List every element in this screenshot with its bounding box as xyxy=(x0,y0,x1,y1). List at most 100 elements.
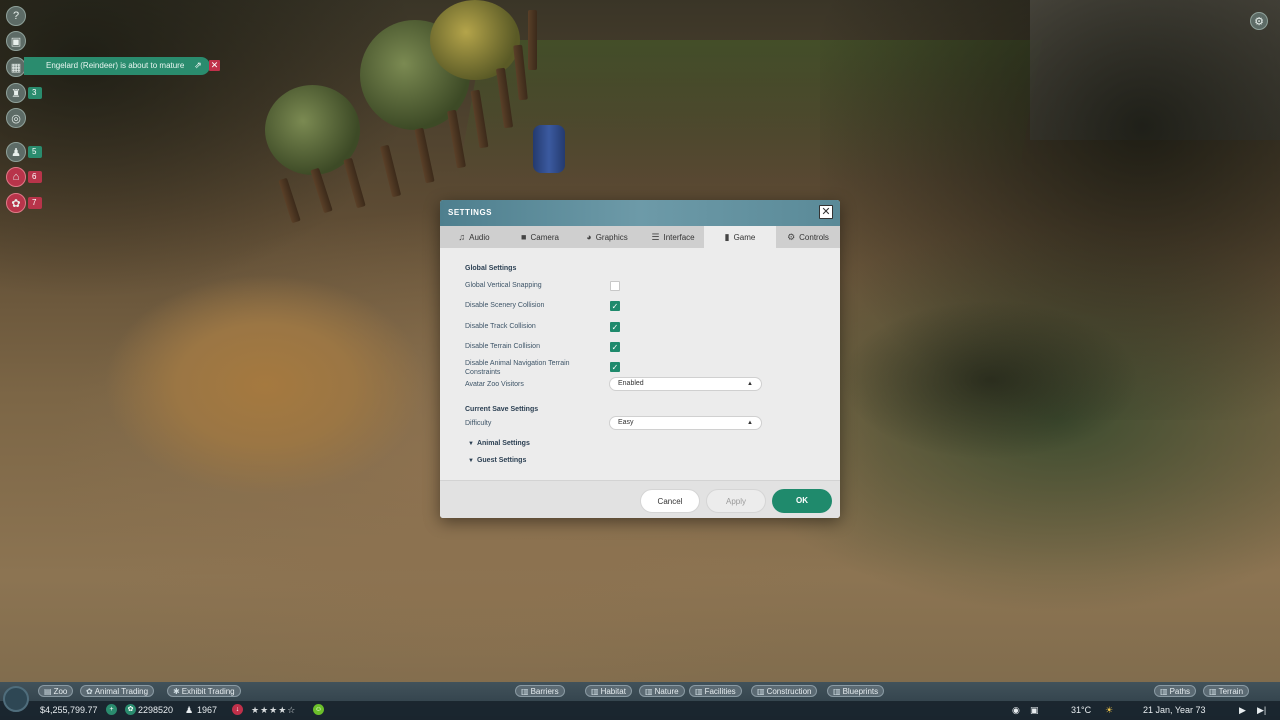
bottom-tab-barriers[interactable]: ▥ Barriers xyxy=(515,685,565,697)
bottom-tab-facilities[interactable]: ▥ Facilities xyxy=(689,685,742,697)
caret-down-icon: ▼ xyxy=(468,441,474,447)
money-readout: $4,255,799.77 xyxy=(40,705,98,715)
global-vertical-snapping-checkbox[interactable] xyxy=(610,281,620,291)
bottom-tab-paths[interactable]: ▥ Paths xyxy=(1154,685,1197,697)
bottom-tab-exhibit-trading[interactable]: ✱ Exhibit Trading xyxy=(167,685,241,697)
fence-post xyxy=(528,10,537,70)
close-button[interactable]: ✕ xyxy=(819,205,833,219)
setting-label: Disable Animal Navigation Terrain Constr… xyxy=(465,360,570,376)
bar-chart-icon: ▮ xyxy=(724,231,730,242)
fence-post xyxy=(447,109,466,169)
calendar-icon[interactable]: ▦ xyxy=(6,57,26,77)
conservation-readout: 2298520 xyxy=(138,705,174,715)
bottom-tab-blueprints[interactable]: ▥ Blueprints xyxy=(827,685,885,697)
dialog-title: SETTINGS xyxy=(448,208,493,217)
caret-up-icon: ▲ xyxy=(747,420,753,426)
trophy-icon[interactable]: ♜ xyxy=(6,83,26,103)
tree-shadow xyxy=(0,0,420,300)
gear-icon[interactable]: ⚙ xyxy=(1250,12,1268,30)
nature-icon: ▥ xyxy=(645,687,653,696)
bottom-tab-label: Nature xyxy=(654,687,679,696)
apply-button[interactable]: Apply xyxy=(706,489,766,513)
tab-controls[interactable]: ⚙ Controls xyxy=(776,226,840,248)
tab-label: Controls xyxy=(799,232,829,242)
play-icon[interactable]: ▶ xyxy=(1239,704,1246,716)
camera-icon: ■ xyxy=(521,232,527,242)
help-icon[interactable]: ? xyxy=(6,6,26,26)
blueprint-icon: ▥ xyxy=(833,687,841,696)
tab-graphics[interactable]: ◕ Graphics xyxy=(572,226,642,248)
camera-mode-icon[interactable]: ▣ xyxy=(1030,704,1039,716)
disable-animal-navigation-checkbox[interactable]: ✓ xyxy=(610,362,620,372)
count-badge: 7 xyxy=(28,197,42,209)
guest-settings-toggle[interactable]: ▼ Guest Settings xyxy=(468,457,526,464)
tab-camera[interactable]: ■ Camera xyxy=(508,226,572,248)
tab-label: Game xyxy=(733,232,756,242)
bottom-tab-label: Blueprints xyxy=(842,687,879,696)
disable-track-collision-checkbox[interactable]: ✓ xyxy=(610,322,620,332)
music-note-icon: ♫ xyxy=(458,232,466,242)
temperature-readout: 31°C xyxy=(1071,705,1092,715)
setting-label: Disable Track Collision xyxy=(465,323,536,330)
animal-alert-icon[interactable]: ✿ xyxy=(6,193,26,213)
collapse-label: Animal Settings xyxy=(476,440,530,447)
settings-body: Global Settings Global Vertical Snapping… xyxy=(440,248,840,480)
tab-interface[interactable]: ☰ Interface xyxy=(642,226,704,248)
bottom-tab-animal-trading[interactable]: ✿ Animal Trading xyxy=(80,685,155,697)
tab-game[interactable]: ▮ Game xyxy=(704,226,776,248)
cancel-button[interactable]: Cancel xyxy=(640,489,700,513)
exhibit-icon: ✱ xyxy=(173,687,180,696)
bottom-tab-label: Barriers xyxy=(530,687,559,696)
tab-label: Graphics xyxy=(595,232,628,242)
external-link-icon[interactable]: ⇗ xyxy=(192,59,204,71)
animal-settings-toggle[interactable]: ▼ Animal Settings xyxy=(468,440,530,447)
menu-orb-button[interactable] xyxy=(3,686,29,712)
notification-banner[interactable]: Engelard (Reindeer) is about to mature xyxy=(24,57,210,75)
bottom-tab-label: Animal Trading xyxy=(94,687,149,696)
count-badge: 6 xyxy=(28,171,42,183)
bottom-tab-label: Habitat xyxy=(600,687,626,696)
bottom-tab-construction[interactable]: ▥ Construction xyxy=(751,685,818,697)
palette-icon: ◕ xyxy=(586,232,592,242)
construction-icon: ▥ xyxy=(757,687,765,696)
dropdown-value: Easy xyxy=(618,419,634,426)
settings-tabs: ♫ Audio ■ Camera ◕ Graphics ☰ Interface ▮ Game ⚙ Co… xyxy=(440,226,840,248)
facility-alert-icon[interactable]: ⌂ xyxy=(6,167,26,187)
bottom-tab-label: Zoo xyxy=(53,687,68,696)
guests-readout: 1967 xyxy=(197,705,218,715)
staff-icon[interactable]: ♟ xyxy=(6,142,26,162)
tree-shadow xyxy=(840,300,1140,460)
bottom-tab-nature[interactable]: ▥ Nature xyxy=(639,685,685,697)
gear-disabled-icon[interactable]: ◎ xyxy=(6,108,26,128)
facility-icon: ▥ xyxy=(695,687,703,696)
count-badge: 5 xyxy=(28,146,42,158)
bottom-tab-habitat[interactable]: ▥ Habitat xyxy=(585,685,632,697)
conservation-icon: ✿ xyxy=(125,704,136,715)
fast-forward-icon[interactable]: ▶| xyxy=(1257,704,1266,716)
avatar-zoo-visitors-dropdown[interactable]: Enabled ▲ xyxy=(609,377,762,391)
hanging-barrel-toy xyxy=(533,125,565,173)
difficulty-dropdown[interactable]: Easy ▲ xyxy=(609,416,762,430)
setting-label: Disable Scenery Collision xyxy=(465,302,545,309)
bottom-tab-label: Construction xyxy=(766,687,812,696)
add-money-icon[interactable]: + xyxy=(106,704,117,715)
bottom-tab-zoo[interactable]: ▤ Zoo xyxy=(38,685,74,697)
guests-icon: ♟ xyxy=(185,705,194,715)
bottom-tab-label: Paths xyxy=(1169,687,1191,696)
dialog-header: SETTINGS ✕ xyxy=(440,200,840,226)
tab-label: Interface xyxy=(663,232,695,242)
disable-scenery-collision-checkbox[interactable]: ✓ xyxy=(610,301,620,311)
zoo-icon[interactable]: ▣ xyxy=(6,31,26,51)
bottom-tab-terrain[interactable]: ▥ Terrain xyxy=(1203,685,1250,697)
ok-button[interactable]: OK xyxy=(772,489,832,513)
collapse-label: Guest Settings xyxy=(476,457,527,464)
dropdown-value: Enabled xyxy=(618,380,644,387)
tab-audio[interactable]: ♫ Audio xyxy=(440,226,508,248)
close-icon[interactable]: ✕ xyxy=(209,60,220,71)
disable-terrain-collision-checkbox[interactable]: ✓ xyxy=(610,342,620,352)
speed-pause-icon[interactable]: ◉ xyxy=(1012,704,1020,716)
guests-down-icon: ↓ xyxy=(232,704,243,715)
section-title-global: Global Settings xyxy=(465,265,517,272)
bush xyxy=(430,0,520,80)
setting-label: Difficulty xyxy=(465,420,492,427)
